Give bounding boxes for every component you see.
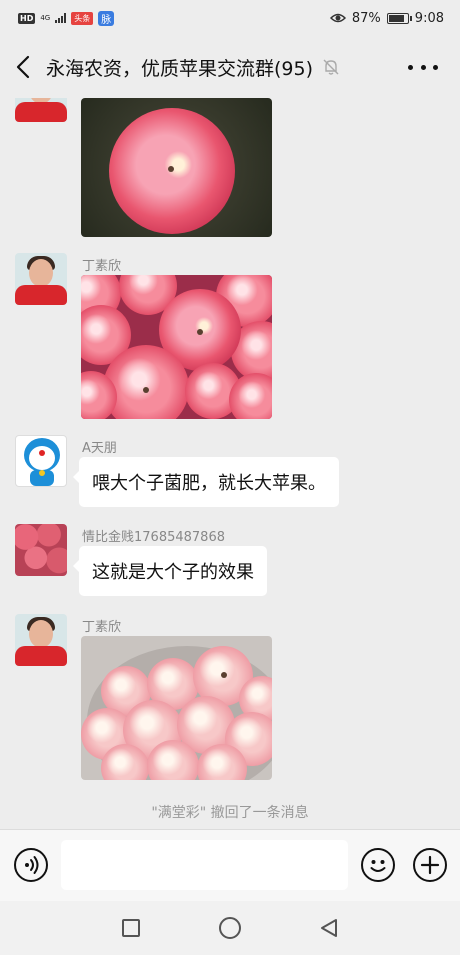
- status-bar: HD 4G 头条 脉 87% 9:08: [0, 0, 460, 36]
- recall-notice: "满堂彩" 撤回了一条消息: [151, 805, 309, 821]
- sender-avatar[interactable]: [15, 253, 67, 305]
- voice-icon[interactable]: [14, 848, 48, 882]
- sender-name: 丁素欣: [82, 259, 122, 274]
- sender-name: A天朋: [82, 441, 117, 456]
- home-icon[interactable]: [219, 917, 241, 939]
- sender-name: 情比金贱17685487868: [82, 530, 225, 545]
- hd-indicator: HD: [18, 12, 36, 24]
- message-text-2: 情比金贱17685487868 这就是大个子的效果: [0, 524, 460, 602]
- sender-avatar[interactable]: [15, 614, 67, 666]
- back-icon[interactable]: [0, 36, 46, 98]
- mute-bell-icon: [323, 59, 339, 75]
- status-right: 87% 9:08: [329, 10, 444, 26]
- sender-avatar[interactable]: [15, 524, 67, 576]
- apple-photo[interactable]: [81, 275, 272, 419]
- text-bubble[interactable]: 喂大个子菌肥，就长大苹果。: [73, 457, 339, 507]
- sender-name: 丁素欣: [82, 620, 122, 635]
- more-icon[interactable]: [408, 56, 438, 78]
- message-list[interactable]: 丁素欣 A天朋 喂大个子菌肥，就长大苹果。 情比金贱17685487868 这就…: [0, 98, 460, 829]
- sender-avatar[interactable]: [15, 98, 67, 122]
- battery-icon: [386, 12, 412, 24]
- text-bubble[interactable]: 这就是大个子的效果: [73, 546, 267, 596]
- message-image-1: [0, 98, 460, 244]
- message-text-1: A天朋 喂大个子菌肥，就长大苹果。: [0, 435, 460, 513]
- system-nav-bar: [0, 901, 460, 955]
- message-image-2: 丁素欣: [0, 253, 460, 423]
- message-input[interactable]: [61, 840, 348, 890]
- eye-icon: [329, 13, 346, 23]
- network-type: 4G: [40, 13, 51, 22]
- sender-avatar[interactable]: [15, 435, 67, 487]
- battery-percent: 87%: [351, 10, 381, 26]
- apple-photo[interactable]: [81, 636, 272, 780]
- back-nav-icon[interactable]: [318, 917, 340, 939]
- recents-icon[interactable]: [122, 919, 140, 937]
- apple-photo[interactable]: [81, 98, 272, 237]
- chat-title: 永海农资，优质苹果交流群(95): [46, 57, 314, 80]
- network-indicator: 4G: [40, 13, 51, 22]
- maimai-notification-icon: 脉: [98, 10, 115, 26]
- signal-icon: [55, 13, 67, 23]
- status-left: HD 4G 头条 脉: [18, 10, 115, 26]
- emoji-icon[interactable]: [361, 848, 395, 882]
- input-bar: [0, 829, 460, 901]
- clock: 9:08: [414, 10, 444, 26]
- plus-icon[interactable]: [413, 848, 447, 882]
- toutiao-notification-icon: 头条: [71, 11, 94, 25]
- chat-title-bar: 永海农资，优质苹果交流群(95): [0, 36, 460, 98]
- message-image-3: 丁素欣: [0, 614, 460, 784]
